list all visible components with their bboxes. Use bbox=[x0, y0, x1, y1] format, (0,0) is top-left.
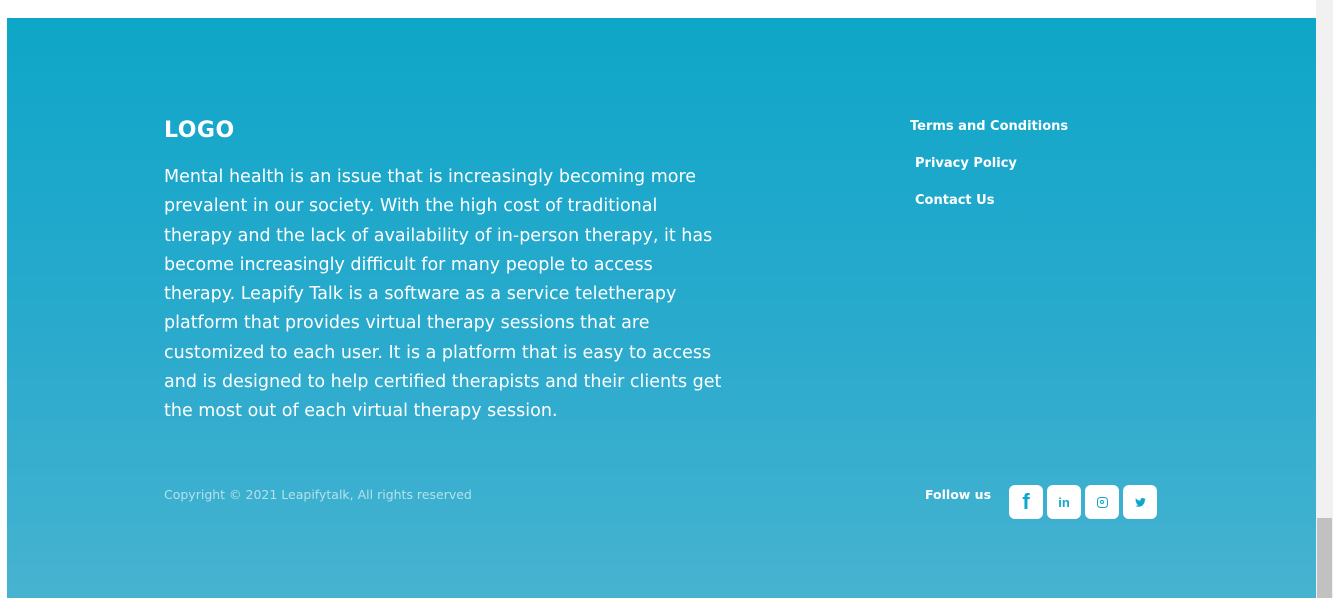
footer-description: Mental health is an issue that is increa… bbox=[164, 167, 722, 422]
footer-links: Terms and Conditions Privacy Policy Cont… bbox=[910, 118, 1068, 210]
site-footer: LOGO Mental health is an issue that is i… bbox=[7, 18, 1316, 598]
linkedin-button[interactable]: in bbox=[1047, 485, 1081, 519]
footer-link-item: Terms and Conditions bbox=[910, 118, 1068, 136]
facebook-button[interactable]: f bbox=[1009, 485, 1043, 519]
footer-link-item: Contact Us bbox=[910, 192, 1068, 210]
contact-us-link[interactable]: Contact Us bbox=[910, 192, 1068, 210]
instagram-icon bbox=[1096, 496, 1108, 508]
terms-and-conditions-link[interactable]: Terms and Conditions bbox=[910, 118, 1068, 136]
twitter-icon bbox=[1134, 497, 1146, 507]
instagram-button[interactable] bbox=[1085, 485, 1119, 519]
linkedin-icon: in bbox=[1058, 494, 1070, 510]
privacy-policy-link[interactable]: Privacy Policy bbox=[910, 155, 1068, 173]
page: LOGO Mental health is an issue that is i… bbox=[0, 0, 1333, 598]
follow-us-label: Follow us bbox=[925, 487, 992, 502]
scrollbar-thumb[interactable] bbox=[1317, 518, 1332, 598]
footer-logo[interactable]: LOGO bbox=[164, 118, 235, 143]
footer-link-item: Privacy Policy bbox=[910, 155, 1068, 173]
facebook-icon: f bbox=[1022, 489, 1030, 514]
scrollbar-track[interactable] bbox=[1316, 0, 1333, 598]
social-links: f in bbox=[1009, 485, 1157, 519]
twitter-button[interactable] bbox=[1123, 485, 1157, 519]
copyright-text: Copyright © 2021 Leapifytalk, All rights… bbox=[164, 487, 472, 502]
